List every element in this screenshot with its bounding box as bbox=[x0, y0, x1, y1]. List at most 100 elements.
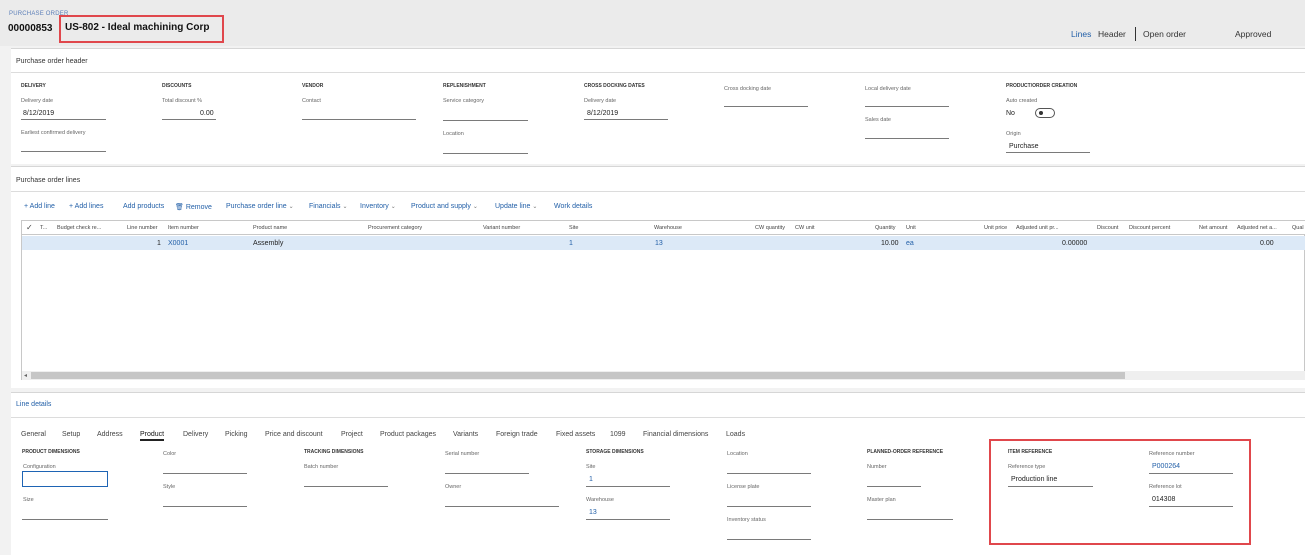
horizontal-scrollbar[interactable]: ◂ bbox=[22, 371, 1305, 380]
origin-field[interactable]: Purchase bbox=[1009, 143, 1039, 150]
tab-picking[interactable]: Picking bbox=[225, 431, 248, 438]
table-row[interactable]: 1 X0001 Assembly 1 13 10.00 ea 0.00000 0… bbox=[22, 236, 1305, 250]
local-delivery-date-field[interactable] bbox=[865, 106, 949, 107]
tab-foreign-trade[interactable]: Foreign trade bbox=[496, 431, 538, 438]
replenishment-group: REPLENISHMENT bbox=[443, 83, 486, 89]
col-t[interactable]: T... bbox=[40, 225, 47, 231]
col-adjusted-net[interactable]: Adjusted net a... bbox=[1237, 225, 1277, 231]
reference-number-field[interactable]: P000264 bbox=[1152, 463, 1180, 470]
delivery-date-underline bbox=[21, 119, 106, 120]
financials-menu[interactable]: Financials ⌄ bbox=[309, 203, 348, 210]
col-discount-percent[interactable]: Discount percent bbox=[1129, 225, 1170, 231]
col-unit[interactable]: Unit bbox=[906, 225, 916, 231]
style-field[interactable] bbox=[163, 506, 247, 507]
po-lines-title[interactable]: Purchase order lines bbox=[16, 177, 80, 184]
inventory-label: Inventory bbox=[360, 203, 389, 210]
origin-underline bbox=[1006, 152, 1090, 153]
size-field[interactable] bbox=[22, 519, 108, 520]
location-field[interactable] bbox=[443, 153, 528, 154]
tab-variants[interactable]: Variants bbox=[453, 431, 478, 438]
col-budget-check[interactable]: Budget check re... bbox=[57, 225, 101, 231]
location-detail-field[interactable] bbox=[727, 473, 811, 474]
color-field[interactable] bbox=[163, 473, 247, 474]
open-order-link[interactable]: Open order bbox=[1143, 29, 1186, 39]
update-line-menu[interactable]: Update line ⌄ bbox=[495, 203, 537, 210]
batch-number-field[interactable] bbox=[304, 486, 388, 487]
col-product-name[interactable]: Product name bbox=[253, 225, 287, 231]
reference-lot-field[interactable]: 014308 bbox=[1152, 496, 1175, 503]
line-details-title[interactable]: Line details bbox=[16, 401, 51, 408]
scrollbar-thumb[interactable] bbox=[31, 372, 1125, 379]
total-discount-field[interactable]: 0.00 bbox=[200, 110, 214, 117]
po-lines-divider bbox=[11, 191, 1305, 192]
tab-1099[interactable]: 1099 bbox=[610, 431, 626, 438]
tab-project[interactable]: Project bbox=[341, 431, 363, 438]
col-net-amount[interactable]: Net amount bbox=[1199, 225, 1227, 231]
local-delivery-date-label: Local delivery date bbox=[865, 86, 911, 92]
contact-field[interactable] bbox=[302, 119, 416, 120]
delivery-date-field[interactable]: 8/12/2019 bbox=[23, 110, 54, 117]
reference-lot-underline bbox=[1149, 506, 1233, 507]
header-view-link[interactable]: Header bbox=[1098, 29, 1126, 39]
col-line-number[interactable]: Line number bbox=[127, 225, 158, 231]
work-details-button[interactable]: Work details bbox=[554, 203, 592, 210]
tab-product[interactable]: Product bbox=[140, 431, 165, 441]
sales-date-field[interactable] bbox=[865, 138, 949, 139]
scroll-left-icon[interactable]: ◂ bbox=[24, 372, 27, 379]
reference-type-field[interactable]: Production line bbox=[1011, 476, 1057, 483]
tab-product-packages[interactable]: Product packages bbox=[380, 431, 436, 438]
earliest-delivery-field[interactable] bbox=[21, 151, 106, 152]
service-category-field[interactable] bbox=[443, 120, 528, 121]
cross-docking-group: CROSS DOCKING DATES bbox=[584, 83, 645, 89]
col-cw-unit[interactable]: CW unit bbox=[795, 225, 815, 231]
configuration-input[interactable] bbox=[22, 471, 108, 487]
add-line-button[interactable]: + Add line bbox=[24, 203, 55, 210]
tab-address[interactable]: Address bbox=[97, 431, 123, 438]
col-variant-number[interactable]: Variant number bbox=[483, 225, 520, 231]
owner-field[interactable] bbox=[445, 506, 559, 507]
tab-setup[interactable]: Setup bbox=[62, 431, 80, 438]
reference-number-underline bbox=[1149, 473, 1233, 474]
product-dimensions-group: PRODUCT DIMENSIONS bbox=[22, 449, 80, 455]
warehouse-field[interactable]: 13 bbox=[589, 509, 597, 516]
product-and-supply-menu[interactable]: Product and supply ⌄ bbox=[411, 203, 478, 210]
col-site[interactable]: Site bbox=[569, 225, 578, 231]
add-products-button[interactable]: Add products bbox=[123, 203, 164, 210]
po-header-title[interactable]: Purchase order header bbox=[16, 58, 88, 65]
chevron-down-icon: ⌄ bbox=[532, 204, 538, 210]
tab-delivery[interactable]: Delivery bbox=[183, 431, 208, 438]
remove-button[interactable]: 🗑︎ Remove bbox=[175, 203, 212, 211]
row-warehouse[interactable]: 13 bbox=[655, 240, 663, 247]
tab-loads[interactable]: Loads bbox=[726, 431, 745, 438]
inventory-status-field[interactable] bbox=[727, 539, 811, 540]
number-field[interactable] bbox=[867, 486, 921, 487]
cross-docking-date-field[interactable] bbox=[724, 106, 808, 107]
col-procurement-category[interactable]: Procurement category bbox=[368, 225, 422, 231]
site-field[interactable]: 1 bbox=[589, 476, 593, 483]
col-unit-price[interactable]: Unit price bbox=[984, 225, 1007, 231]
row-site[interactable]: 1 bbox=[569, 240, 573, 247]
col-quantity[interactable]: Quantity bbox=[875, 225, 895, 231]
tab-fixed-assets[interactable]: Fixed assets bbox=[556, 431, 595, 438]
row-unit[interactable]: ea bbox=[906, 240, 914, 247]
cross-delivery-date-field[interactable]: 8/12/2019 bbox=[587, 110, 618, 117]
col-discount[interactable]: Discount bbox=[1097, 225, 1118, 231]
col-item-number[interactable]: Item number bbox=[168, 225, 199, 231]
purchase-order-line-menu[interactable]: Purchase order line ⌄ bbox=[226, 203, 294, 210]
col-cw-quantity[interactable]: CW quantity bbox=[755, 225, 785, 231]
tab-general[interactable]: General bbox=[21, 431, 46, 438]
select-all-checkmark-icon[interactable]: ✓ bbox=[26, 223, 33, 232]
row-item-number[interactable]: X0001 bbox=[168, 240, 188, 247]
add-lines-button[interactable]: + Add lines bbox=[69, 203, 103, 210]
col-adjusted-unit-price[interactable]: Adjusted unit pr... bbox=[1016, 225, 1059, 231]
tab-financial-dimensions[interactable]: Financial dimensions bbox=[643, 431, 708, 438]
auto-created-toggle[interactable] bbox=[1035, 108, 1055, 118]
license-plate-field[interactable] bbox=[727, 506, 811, 507]
col-qual[interactable]: Qual bbox=[1292, 225, 1304, 231]
master-plan-field[interactable] bbox=[867, 519, 953, 520]
col-warehouse[interactable]: Warehouse bbox=[654, 225, 682, 231]
serial-number-field[interactable] bbox=[445, 473, 529, 474]
lines-view-link[interactable]: Lines bbox=[1071, 29, 1091, 39]
tab-price-and-discount[interactable]: Price and discount bbox=[265, 431, 323, 438]
inventory-menu[interactable]: Inventory ⌄ bbox=[360, 203, 396, 210]
